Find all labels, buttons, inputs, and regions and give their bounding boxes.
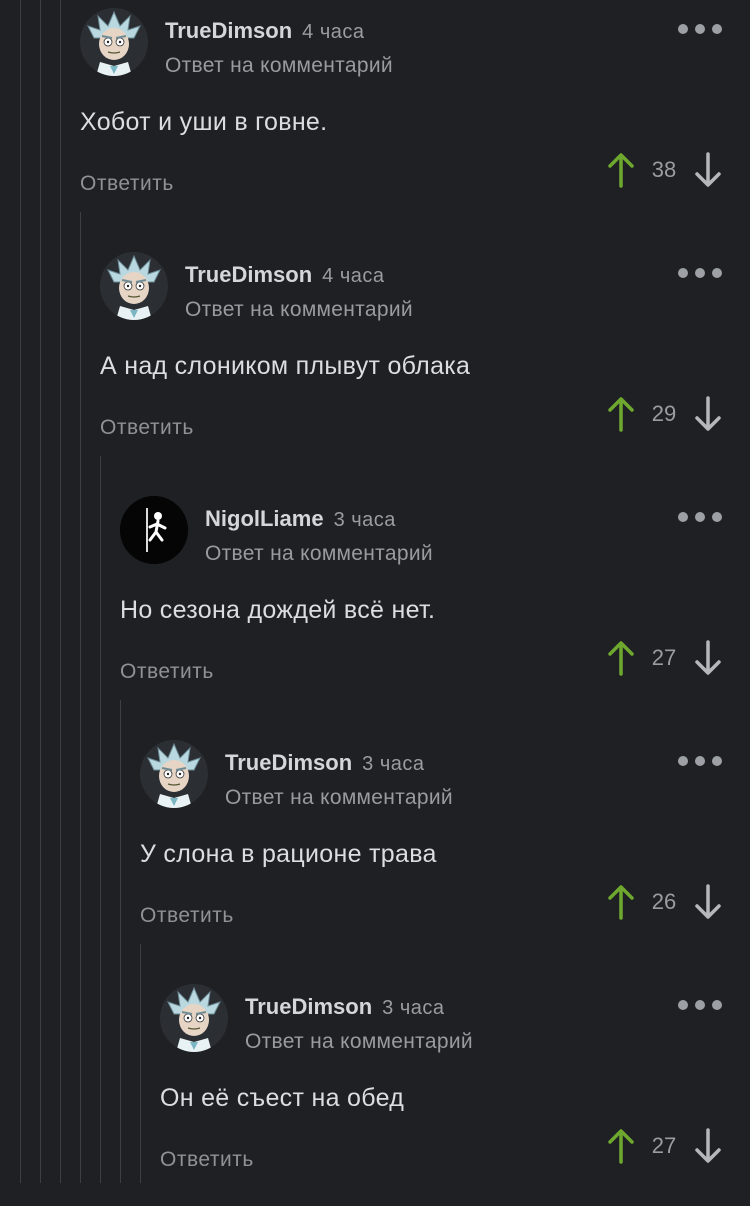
comment-time: 3 часа: [333, 509, 396, 531]
comment-author[interactable]: TrueDimson 3 часа: [225, 750, 425, 776]
reply-button[interactable]: Ответить: [100, 416, 194, 440]
comment-text: Он её съест на обед: [160, 1084, 405, 1112]
reply-button[interactable]: Ответить: [160, 1148, 254, 1172]
downvote-icon[interactable]: [693, 1128, 723, 1164]
author-name[interactable]: TrueDimson: [165, 18, 292, 43]
author-name[interactable]: NigolLiame: [205, 506, 324, 531]
downvote-icon[interactable]: [693, 640, 723, 676]
thread-line: [40, 0, 41, 1183]
comment: TrueDimson 3 часа Ответ на комментарий Он…: [160, 984, 750, 1206]
comment-rating: 26: [651, 889, 677, 914]
comment-time: 3 часа: [382, 997, 445, 1019]
thread-line: [80, 212, 81, 1183]
reply-button[interactable]: Ответить: [120, 660, 214, 684]
comment-text: У слона в рационе трава: [140, 840, 437, 868]
author-name[interactable]: TrueDimson: [225, 750, 352, 775]
comment-author[interactable]: TrueDimson 4 часа: [185, 262, 385, 288]
thread-line: [100, 456, 101, 1183]
comment-author[interactable]: NigolLiame 3 часа: [205, 506, 396, 532]
reply-to-label[interactable]: Ответ на комментарий: [205, 542, 433, 566]
downvote-icon[interactable]: [693, 884, 723, 920]
comment-rating: 27: [651, 645, 677, 670]
more-options-icon[interactable]: [678, 267, 722, 279]
more-options-icon[interactable]: [678, 999, 722, 1011]
rick-avatar[interactable]: [100, 252, 168, 320]
upvote-icon[interactable]: [606, 152, 636, 188]
author-name[interactable]: TrueDimson: [245, 994, 372, 1019]
downvote-icon[interactable]: [693, 396, 723, 432]
reply-to-label[interactable]: Ответ на комментарий: [245, 1030, 473, 1054]
comment-time: 4 часа: [302, 21, 365, 43]
more-options-icon[interactable]: [678, 755, 722, 767]
upvote-icon[interactable]: [606, 1128, 636, 1164]
thread-line: [140, 944, 141, 1183]
comment-author[interactable]: TrueDimson 4 часа: [165, 18, 365, 44]
comment: TrueDimson 4 часа Ответ на комментарий А …: [100, 252, 750, 474]
thread-line: [120, 700, 121, 1183]
comment-author[interactable]: TrueDimson 3 часа: [245, 994, 445, 1020]
comment: NigolLiame 3 часа Ответ на комментарий Но…: [120, 496, 750, 718]
comment-rating: 38: [651, 157, 677, 182]
reply-button[interactable]: Ответить: [80, 172, 174, 196]
upvote-icon[interactable]: [606, 396, 636, 432]
rick-avatar[interactable]: [160, 984, 228, 1052]
downvote-icon[interactable]: [693, 152, 723, 188]
comment-text: Но сезона дождей всё нет.: [120, 596, 436, 624]
reply-to-label[interactable]: Ответ на комментарий: [165, 54, 393, 78]
comment-rating: 27: [651, 1133, 677, 1158]
comment: TrueDimson 3 часа Ответ на комментарий У …: [140, 740, 750, 962]
more-options-icon[interactable]: [678, 23, 722, 35]
rick-avatar[interactable]: [80, 8, 148, 76]
comment-rating: 29: [651, 401, 677, 426]
reply-button[interactable]: Ответить: [140, 904, 234, 928]
thread-line: [60, 0, 61, 1183]
upvote-icon[interactable]: [606, 884, 636, 920]
portal-stickman-avatar[interactable]: [120, 496, 188, 564]
thread-line: [20, 0, 21, 1183]
author-name[interactable]: TrueDimson: [185, 262, 312, 287]
comment-time: 4 часа: [322, 265, 385, 287]
comment-time: 3 часа: [362, 753, 425, 775]
comment: TrueDimson 4 часа Ответ на комментарий Хо…: [80, 8, 750, 230]
reply-to-label[interactable]: Ответ на комментарий: [225, 786, 453, 810]
comment-text: Хобот и уши в говне.: [80, 108, 328, 136]
rick-avatar[interactable]: [140, 740, 208, 808]
reply-to-label[interactable]: Ответ на комментарий: [185, 298, 413, 322]
comment-text: А над слоником плывут облака: [100, 352, 471, 380]
more-options-icon[interactable]: [678, 511, 722, 523]
upvote-icon[interactable]: [606, 640, 636, 676]
